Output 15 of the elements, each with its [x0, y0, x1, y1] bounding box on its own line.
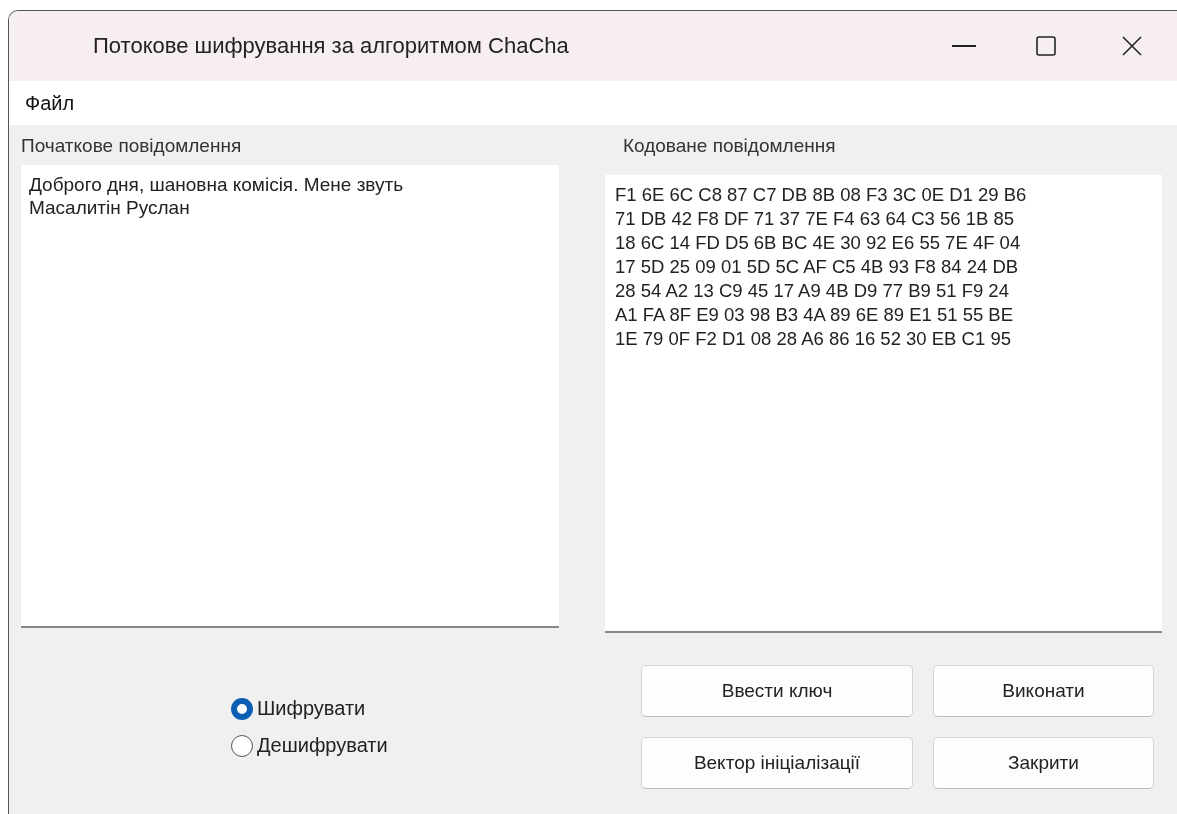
text-area[interactable]: F1 6E 6C C8 87 C7 DB 8B 08 F3 3C 0E D1 29 B6 71 DB 42 F8 DF 71 37 7E F4 63 64 C3 56 1B 85 18 6C 14 FD D5 6B BC 4E 30 92 E6 55 7E 4F 04 17 5D 25 09 01 5D 5C AF C5 4B 93 F8 84 24 DB 28 54 A2 13 C9 45 17 A9 4B D9 77 B9 51 F9 24 A1 FA 8F E9 03 98 B3 4A 89 6E 89 E1 51 55 BE 1E 79 0F F2 D1 08 28 A6 86 16 52 30 EB C1 95 [605, 175, 1162, 633]
group-label: Початкове повідомлення [21, 135, 243, 158]
group-label: Кодоване повідомлення [622, 135, 837, 158]
maximize-icon [1036, 36, 1056, 56]
close-icon [1122, 36, 1142, 56]
minimize-icon [952, 45, 976, 47]
action-button[interactable]: Закрити [933, 737, 1154, 789]
window-title: Потокове шифрування за алгоритмом ChaCha [93, 33, 570, 59]
text-area[interactable]: Доброго дня, шановна комісія. Мене звуть Масалитін Руслан [21, 165, 559, 628]
radio-option[interactable]: Дешифрувати [231, 734, 619, 757]
action-button[interactable]: Виконати [933, 665, 1154, 717]
action-button[interactable]: Ввести ключ [641, 665, 913, 717]
action-button[interactable]: Вектор ініціалізації [641, 737, 913, 789]
radio-option[interactable]: Шифрувати [231, 697, 619, 720]
menu-item[interactable]: Файл [23, 89, 77, 117]
